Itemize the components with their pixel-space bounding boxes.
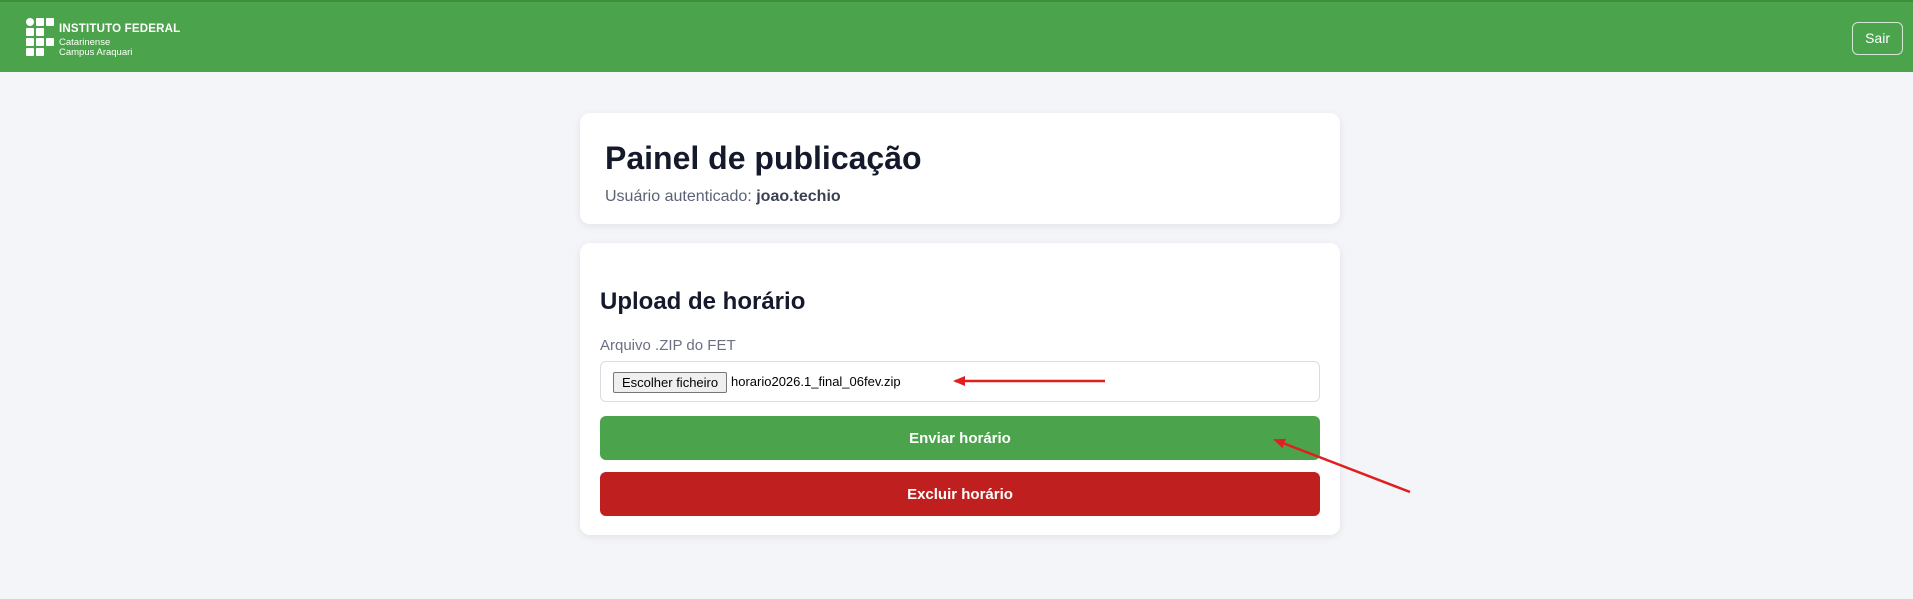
send-schedule-button[interactable]: Enviar horário <box>600 416 1320 460</box>
file-field-label: Arquivo .ZIP do FET <box>600 337 736 354</box>
selected-file-name: horario2026.1_final_06fev.zip <box>731 374 901 389</box>
choose-file-button[interactable]: Escolher ficheiro <box>613 372 728 393</box>
logo-text: INSTITUTO FEDERAL Catarinense Campus Ara… <box>59 23 181 58</box>
logo-grid-icon <box>26 18 54 58</box>
upload-card: Upload de horário Arquivo .ZIP do FET Es… <box>580 243 1340 535</box>
logo-title: INSTITUTO FEDERAL <box>59 23 181 35</box>
upload-section-title: Upload de horário <box>600 288 806 315</box>
page-title: Painel de publicação <box>605 140 922 176</box>
authenticated-user-label: Usuário autenticado: <box>605 188 752 205</box>
top-bar: INSTITUTO FEDERAL Catarinense Campus Ara… <box>0 0 1913 72</box>
delete-schedule-button[interactable]: Excluir horário <box>600 472 1320 516</box>
authenticated-username: joao.techio <box>756 188 841 205</box>
logo-subtitle-1: Catarinense <box>59 36 111 48</box>
logo-subtitle-2: Campus Araquari <box>59 47 133 58</box>
logout-button[interactable]: Sair <box>1852 22 1903 55</box>
panel-card: Painel de publicação Usuário autenticado… <box>580 113 1340 224</box>
institution-logo: INSTITUTO FEDERAL Catarinense Campus Ara… <box>26 18 226 60</box>
authenticated-user-line: Usuário autenticado: joao.techio <box>605 188 841 206</box>
file-input[interactable]: Escolher ficheiro horario2026.1_final_06… <box>600 361 1320 402</box>
